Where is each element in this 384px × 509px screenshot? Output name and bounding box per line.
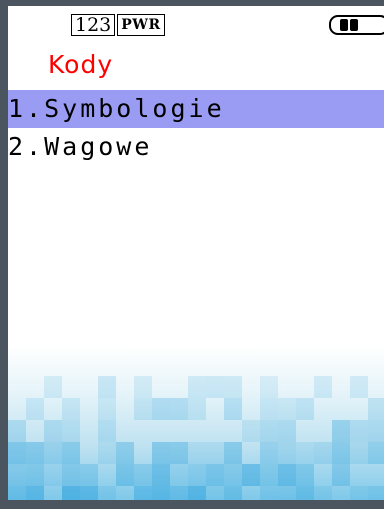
wallpaper-tile [224, 398, 242, 420]
wallpaper-tile [224, 376, 242, 398]
wallpaper-tile [206, 486, 224, 500]
wallpaper-tile [350, 442, 368, 464]
wallpaper-tile [350, 420, 368, 442]
device-frame-left [0, 0, 8, 509]
battery-cell [350, 19, 358, 31]
wallpaper-tile [350, 486, 368, 500]
wallpaper-tile [368, 398, 384, 420]
wallpaper-tile [242, 420, 260, 442]
wallpaper-tile [98, 376, 116, 398]
wallpaper-tile [188, 376, 206, 398]
device-screen: 123 PWR Kody 1.Symbologie 2.Wagowe [8, 6, 384, 500]
wallpaper-tile [296, 464, 314, 486]
wallpaper-tile [332, 442, 350, 464]
wallpaper-tile [314, 376, 332, 398]
wallpaper-tile [260, 442, 278, 464]
wallpaper-tile [170, 398, 188, 420]
wallpaper-tile [170, 464, 188, 486]
wallpaper-tile [188, 464, 206, 486]
wallpaper-tile [296, 442, 314, 464]
menu-list: 1.Symbologie 2.Wagowe [8, 90, 384, 166]
wallpaper-tile [170, 442, 188, 464]
battery-icon [329, 15, 384, 35]
wallpaper-tile [188, 442, 206, 464]
wallpaper-tile [116, 464, 134, 486]
wallpaper-tile [134, 486, 152, 500]
status-bar: 123 PWR [8, 6, 384, 40]
wallpaper-tile [44, 464, 62, 486]
wallpaper-tile [260, 376, 278, 398]
menu-item-symbologie[interactable]: 1.Symbologie [8, 90, 384, 128]
wallpaper-tile [62, 464, 80, 486]
wallpaper-tile [368, 486, 384, 500]
wallpaper-tile [44, 376, 62, 398]
wallpaper-tile [206, 442, 224, 464]
wallpaper-tile [188, 398, 206, 420]
wallpaper-tile [26, 398, 44, 420]
wallpaper-tile [134, 398, 152, 420]
wallpaper-tile [8, 442, 26, 464]
wallpaper-tile [8, 420, 26, 442]
wallpaper-tile [296, 398, 314, 420]
wallpaper-tile [98, 486, 116, 500]
wallpaper-tile [260, 420, 278, 442]
wallpaper-tile [350, 376, 368, 398]
wallpaper-tile [152, 464, 170, 486]
wallpaper-tile [98, 420, 116, 442]
wallpaper-tile [278, 398, 296, 420]
wallpaper-tile [206, 464, 224, 486]
wallpaper-tile [62, 486, 80, 500]
wallpaper-tile [8, 464, 26, 486]
wallpaper-tile [26, 486, 44, 500]
wallpaper-tile [278, 464, 296, 486]
wallpaper-tile [170, 486, 188, 500]
wallpaper-tile [278, 486, 296, 500]
device-frame-bottom [0, 500, 384, 509]
wallpaper-tile [44, 442, 62, 464]
wallpaper-tile [62, 442, 80, 464]
wallpaper-tile [62, 420, 80, 442]
power-mode-label: PWR [117, 14, 165, 36]
wallpaper-tile [224, 486, 242, 500]
input-mode-label: 123 [71, 14, 116, 36]
wallpaper-tile [332, 464, 350, 486]
wallpaper-tile [188, 486, 206, 500]
wallpaper-tile [278, 442, 296, 464]
wallpaper-tile [314, 486, 332, 500]
wallpaper-tile [8, 486, 26, 500]
wallpaper-tile [314, 442, 332, 464]
wallpaper-tile [152, 486, 170, 500]
wallpaper-tile [368, 420, 384, 442]
wallpaper-tile [242, 464, 260, 486]
wallpaper-tile [152, 398, 170, 420]
wallpaper-tile [134, 464, 152, 486]
wallpaper-tile [260, 486, 278, 500]
input-mode-indicator: 123 PWR [71, 14, 165, 36]
wallpaper-tile [116, 442, 134, 464]
menu-item-wagowe[interactable]: 2.Wagowe [8, 128, 384, 166]
battery-cell [340, 19, 348, 31]
wallpaper-tile [44, 420, 62, 442]
wallpaper-tile [80, 464, 98, 486]
wallpaper-tile [332, 420, 350, 442]
wallpaper-tile [368, 442, 384, 464]
wallpaper-pattern [8, 346, 384, 500]
wallpaper-tile [80, 486, 98, 500]
wallpaper-tile [296, 486, 314, 500]
wallpaper-tile [98, 442, 116, 464]
wallpaper-tile [206, 376, 224, 398]
screen-title: Kody [48, 50, 114, 79]
wallpaper-tile [98, 398, 116, 420]
wallpaper-tile [278, 420, 296, 442]
wallpaper-tile [224, 464, 242, 486]
wallpaper-tile [26, 442, 44, 464]
wallpaper-tile [134, 376, 152, 398]
wallpaper-tile [152, 442, 170, 464]
wallpaper-tile [62, 398, 80, 420]
wallpaper-tile [224, 442, 242, 464]
wallpaper-tile [260, 398, 278, 420]
wallpaper-tile [26, 464, 44, 486]
wallpaper-tile [260, 464, 278, 486]
